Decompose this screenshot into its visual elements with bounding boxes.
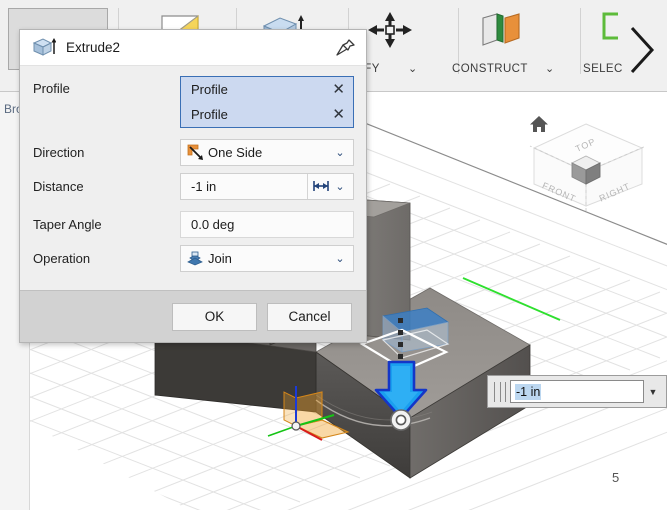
ribbon-divider bbox=[580, 8, 581, 74]
chevron-down-icon[interactable]: ⌄ bbox=[333, 252, 347, 265]
panel-label-construct: CONSTRUCT bbox=[452, 63, 528, 75]
join-icon bbox=[187, 251, 203, 265]
panel-caret-construct[interactable]: ⌄ bbox=[545, 62, 554, 75]
measure-icon[interactable] bbox=[307, 173, 333, 199]
panel-label-select: SELEC bbox=[583, 63, 623, 75]
dialog-row-profile: Profile Profile ✕ Profile ✕ bbox=[32, 76, 354, 128]
dialog-row-distance: Distance -1 in ⌄ bbox=[32, 170, 354, 202]
canvas-distance-input[interactable]: -1 in ▼ bbox=[487, 375, 667, 408]
profile-selection-list[interactable]: Profile ✕ Profile ✕ bbox=[180, 76, 354, 128]
operation-value: Join bbox=[208, 250, 232, 266]
panel-caret-modify[interactable]: ⌄ bbox=[408, 62, 417, 75]
dialog-footer: OK Cancel bbox=[20, 290, 366, 342]
cancel-button[interactable]: Cancel bbox=[267, 302, 352, 331]
move-icon[interactable] bbox=[368, 12, 412, 48]
drag-grip-icon[interactable] bbox=[494, 381, 506, 402]
chevron-down-icon[interactable]: ⌄ bbox=[333, 180, 347, 193]
chevron-down-icon[interactable]: ⌄ bbox=[333, 146, 347, 159]
distance-input[interactable]: -1 in ⌄ bbox=[180, 172, 354, 200]
dialog-title-bar[interactable]: Extrude2 bbox=[20, 30, 366, 66]
profile-selection-item[interactable]: Profile ✕ bbox=[181, 102, 353, 127]
taper-angle-input[interactable]: 0.0 deg bbox=[180, 210, 354, 238]
extrude-dialog[interactable]: Extrude2 Profile Profile ✕ Profile ✕ Dir… bbox=[19, 29, 367, 343]
ok-button[interactable]: OK bbox=[172, 302, 257, 331]
canvas-distance-field[interactable]: -1 in bbox=[510, 380, 644, 403]
direction-one-side-icon bbox=[187, 144, 203, 160]
row-label-distance: Distance bbox=[33, 178, 84, 194]
row-label-direction: Direction bbox=[33, 144, 85, 160]
dialog-row-direction: Direction One Side ⌄ bbox=[32, 136, 354, 168]
direction-value: One Side bbox=[208, 144, 263, 160]
offset-plane-icon[interactable] bbox=[475, 10, 523, 50]
remove-profile-icon[interactable]: ✕ bbox=[330, 82, 347, 97]
row-label-profile: Profile bbox=[33, 81, 70, 96]
canvas-distance-value: -1 in bbox=[515, 383, 542, 400]
origin-planes-icon bbox=[267, 386, 350, 441]
dialog-body: Profile Profile ✕ Profile ✕ Direction On… bbox=[20, 66, 366, 290]
profile-selection-item[interactable]: Profile ✕ bbox=[181, 77, 353, 102]
taper-angle-value: 0.0 deg bbox=[191, 216, 235, 232]
remove-profile-icon[interactable]: ✕ bbox=[330, 107, 347, 122]
cad-application-window: 5 TOP FRONT RIGHT -1 in ▼ Bro ⌄ CONSTRUC… bbox=[0, 0, 667, 510]
row-label-taper-angle: Taper Angle bbox=[33, 216, 102, 232]
operation-dropdown[interactable]: Join ⌄ bbox=[180, 244, 354, 272]
grid-dimension-label: 5 bbox=[612, 470, 620, 485]
extrude-origin-handle bbox=[390, 409, 412, 431]
direction-dropdown[interactable]: One Side ⌄ bbox=[180, 138, 354, 166]
dialog-row-operation: Operation Join ⌄ bbox=[32, 242, 354, 274]
canvas-distance-dropdown-caret[interactable]: ▼ bbox=[644, 387, 662, 397]
ribbon-expand-arrow[interactable] bbox=[624, 22, 658, 78]
profile-item-text: Profile bbox=[191, 107, 228, 122]
dialog-extrude-icon bbox=[32, 37, 56, 56]
pushpin-icon[interactable] bbox=[334, 38, 356, 58]
profile-item-text: Profile bbox=[191, 82, 228, 97]
dialog-row-taper-angle: Taper Angle 0.0 deg bbox=[32, 208, 354, 240]
home-icon[interactable] bbox=[528, 113, 550, 135]
row-label-operation: Operation bbox=[33, 250, 91, 266]
dialog-title: Extrude2 bbox=[66, 40, 121, 55]
